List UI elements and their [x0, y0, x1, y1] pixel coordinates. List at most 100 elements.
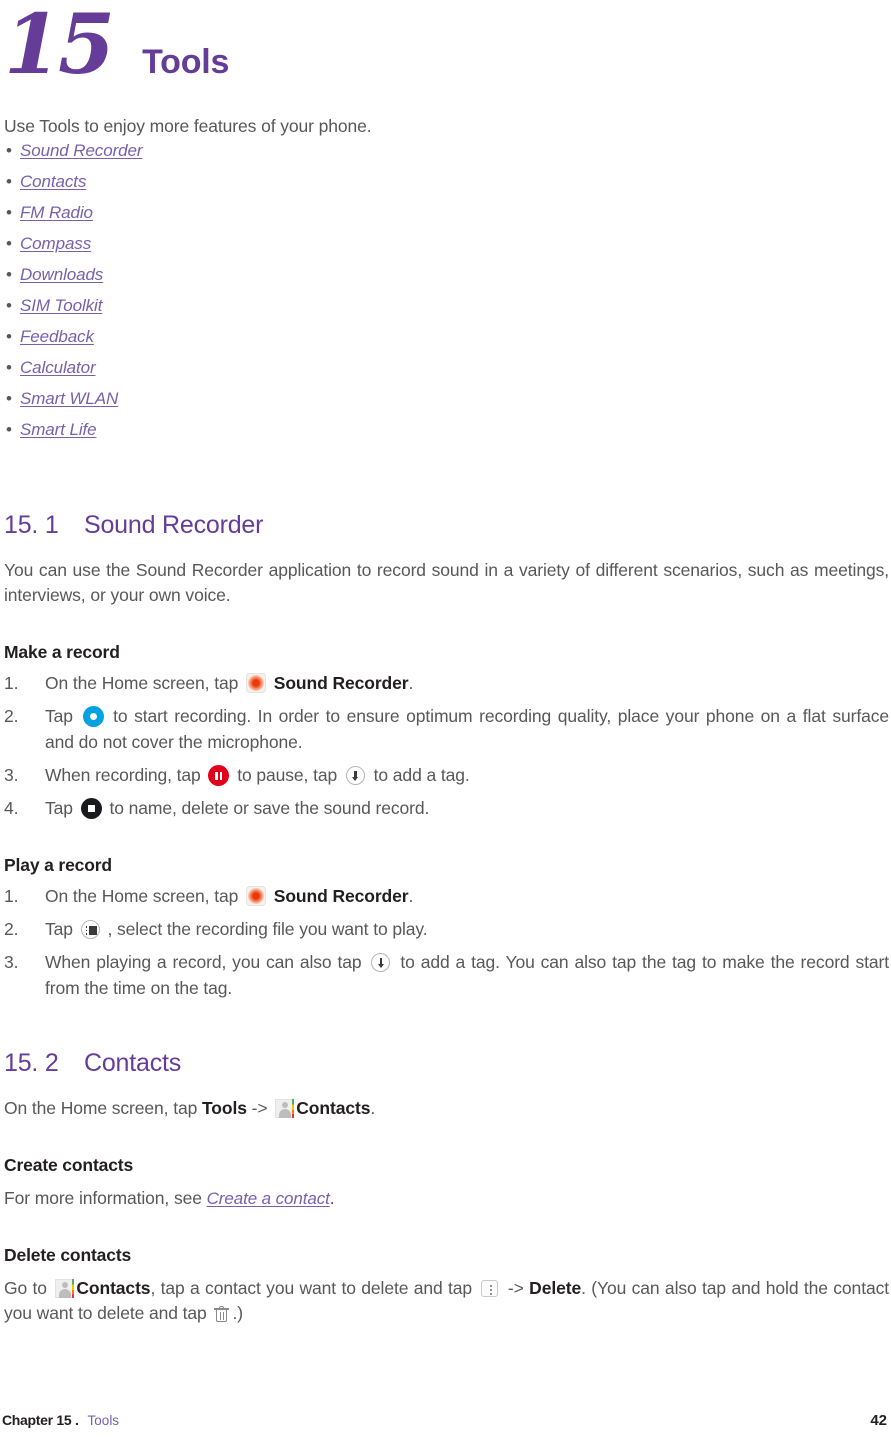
- step-text-middle: to pause, tap: [237, 765, 338, 785]
- step-item: 3. When playing a record, you can also t…: [2, 949, 889, 1001]
- delete-text-before: Go to: [4, 1278, 47, 1298]
- step-text-before: When recording, tap: [45, 765, 201, 785]
- footer-page-number: 42: [870, 1412, 887, 1429]
- sound-recorder-app-icon[interactable]: [245, 673, 266, 693]
- step-index: 3.: [4, 952, 19, 972]
- step-bold-text: Sound Recorder: [273, 673, 409, 693]
- link-sound-recorder[interactable]: Sound Recorder: [20, 141, 143, 161]
- list-item: • Downloads: [2, 265, 889, 296]
- step-text-before: Tap: [45, 919, 73, 939]
- link-sim-toolkit[interactable]: SIM Toolkit: [20, 296, 102, 316]
- step-text-after: to start recording. In order to ensure o…: [45, 706, 890, 752]
- link-create-a-contact[interactable]: Create a contact: [207, 1189, 330, 1208]
- section-2-intro: On the Home screen, tap Tools -> Contact…: [4, 1096, 889, 1121]
- step-index: 2.: [4, 919, 19, 939]
- bullet-icon: •: [6, 265, 12, 284]
- bullet-icon: •: [6, 234, 12, 253]
- make-a-record-steps: 1. On the Home screen, tap Sound Recorde…: [2, 670, 889, 821]
- step-text-after: .: [408, 886, 414, 906]
- step-text-before: On the Home screen, tap: [45, 886, 239, 906]
- intro-text: Use Tools to enjoy more features of your…: [4, 116, 372, 136]
- step-text-before: When playing a record, you can also tap: [45, 952, 362, 972]
- stop-button-icon[interactable]: [80, 798, 102, 819]
- section-heading-15-1: 15. 1 Sound Recorder: [4, 511, 889, 540]
- step-bold-text: Sound Recorder: [273, 886, 409, 906]
- link-calculator[interactable]: Calculator: [20, 358, 96, 378]
- section-number: 15. 2: [4, 1049, 59, 1077]
- link-downloads[interactable]: Downloads: [20, 265, 103, 285]
- step-item: 2. Tap , select the recording file you w…: [2, 916, 889, 942]
- intro-text-after: .: [370, 1098, 376, 1118]
- list-item: • Smart Life: [2, 420, 889, 451]
- footer-chapter: Chapter 15 .: [2, 1412, 79, 1428]
- chapter-number: 15: [4, 0, 115, 93]
- play-a-record-steps: 1. On the Home screen, tap Sound Recorde…: [2, 883, 889, 1001]
- create-text-before: For more information, see: [4, 1188, 202, 1208]
- contacts-app-icon[interactable]: [275, 1099, 295, 1118]
- list-item: • SIM Toolkit: [2, 296, 889, 327]
- bullet-icon: •: [6, 389, 12, 408]
- record-button-icon[interactable]: [82, 706, 104, 727]
- link-contacts[interactable]: Contacts: [20, 172, 86, 192]
- overflow-menu-icon[interactable]: [481, 1280, 499, 1297]
- step-text-after: to name, delete or save the sound record…: [109, 798, 430, 818]
- step-text-before: Tap: [45, 798, 73, 818]
- tools-link-list: • Sound Recorder • Contacts • FM Radio • Com…: [2, 141, 889, 451]
- footer-chapter-name: Tools: [87, 1413, 120, 1428]
- bullet-icon: •: [6, 327, 12, 346]
- bullet-icon: •: [6, 358, 12, 377]
- step-text-after: to add a tag.: [373, 765, 470, 785]
- step-text: Tap to start recording. In order to ensu…: [45, 703, 889, 755]
- link-compass[interactable]: Compass: [20, 234, 91, 254]
- section-contacts: 15. 2 Contacts On the Home screen, tap T…: [2, 1049, 889, 1326]
- list-item: • Sound Recorder: [2, 141, 889, 172]
- bullet-icon: •: [6, 172, 12, 191]
- section-sound-recorder: 15. 1 Sound Recorder You can use the Sou…: [2, 511, 889, 1001]
- intro-bold-contacts: Contacts: [296, 1098, 371, 1118]
- link-fm-radio[interactable]: FM Radio: [20, 203, 93, 223]
- delete-text-after: .): [232, 1303, 243, 1323]
- step-text: When playing a record, you can also tap …: [45, 949, 889, 1001]
- subheading-delete-contacts: Delete contacts: [4, 1245, 132, 1265]
- trash-icon[interactable]: [214, 1305, 230, 1323]
- contacts-app-icon[interactable]: [55, 1279, 75, 1298]
- bullet-icon: •: [6, 420, 12, 439]
- delete-contacts-text: Go to Contacts, tap a contact you want t…: [4, 1276, 889, 1326]
- subheading-make-a-record: Make a record: [4, 642, 120, 662]
- section-title: Contacts: [84, 1049, 182, 1077]
- step-text: Tap , select the recording file you want…: [45, 916, 889, 942]
- step-text: On the Home screen, tap Sound Recorder.: [45, 883, 889, 909]
- recording-list-icon[interactable]: [80, 920, 100, 939]
- create-contacts-text: For more information, see Create a conta…: [4, 1186, 889, 1211]
- section-title: Sound Recorder: [84, 511, 264, 539]
- document-page: 15 Tools Use Tools to enjoy more feature…: [0, 0, 891, 1437]
- list-item: • Compass: [2, 234, 889, 265]
- step-text-before: Tap: [45, 706, 73, 726]
- link-feedback[interactable]: Feedback: [20, 327, 94, 347]
- step-text-after: , select the recording file you want to …: [107, 919, 428, 939]
- step-index: 2.: [4, 706, 19, 726]
- add-tag-icon[interactable]: [371, 953, 391, 972]
- bullet-icon: •: [6, 296, 12, 315]
- page-footer: Chapter 15 . Tools 42: [2, 1412, 887, 1429]
- step-text-before: On the Home screen, tap: [45, 673, 239, 693]
- step-item: 3. When recording, tap to pause, tap to …: [2, 762, 889, 788]
- intro-bold-tools: Tools: [201, 1098, 247, 1118]
- step-index: 3.: [4, 765, 19, 785]
- bullet-icon: •: [6, 141, 12, 160]
- list-item: • Feedback: [2, 327, 889, 358]
- chapter-title: Tools: [142, 43, 230, 81]
- link-smart-life[interactable]: Smart Life: [20, 420, 97, 440]
- bullet-icon: •: [6, 203, 12, 222]
- add-tag-icon[interactable]: [345, 766, 365, 785]
- list-item: • Contacts: [2, 172, 889, 203]
- section-number: 15. 1: [4, 511, 59, 539]
- step-item: 1. On the Home screen, tap Sound Recorde…: [2, 883, 889, 909]
- link-smart-wlan[interactable]: Smart WLAN: [20, 389, 118, 409]
- sound-recorder-app-icon[interactable]: [245, 886, 266, 906]
- section-1-intro: You can use the Sound Recorder applicati…: [4, 560, 889, 605]
- delete-text-mid: , tap a contact you want to delete and t…: [150, 1278, 473, 1298]
- step-text: When recording, tap to pause, tap to add…: [45, 762, 889, 788]
- pause-button-icon[interactable]: [208, 765, 230, 786]
- subheading-create-contacts: Create contacts: [4, 1155, 134, 1175]
